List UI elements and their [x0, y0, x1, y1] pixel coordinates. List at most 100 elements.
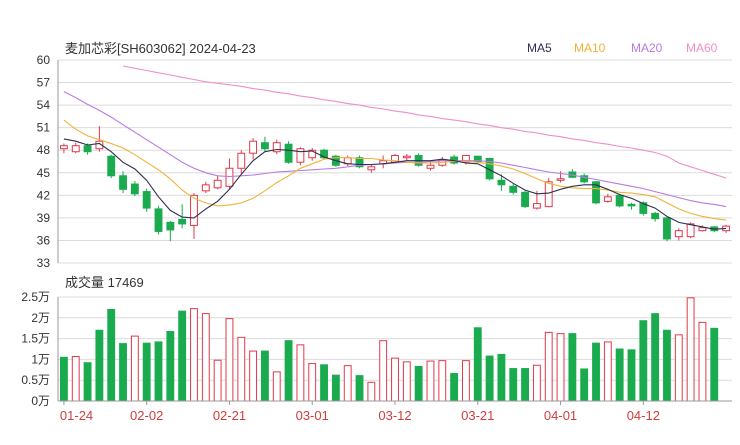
price-tick-label: 33 — [37, 256, 51, 270]
volume-bar-up — [237, 336, 246, 402]
candle-down — [663, 217, 671, 240]
volume-bar-down — [355, 375, 364, 402]
volume-bar-up — [225, 318, 234, 402]
date-tick-label: 02-21 — [213, 408, 246, 423]
candle-down — [509, 185, 518, 193]
candle-up — [225, 167, 234, 187]
price-tick-label: 45 — [37, 166, 51, 180]
volume-bar-down — [83, 362, 92, 402]
candle-down — [615, 194, 624, 207]
volume-bar-down — [261, 350, 269, 402]
volume-bar-down — [331, 374, 340, 402]
candle-up — [556, 178, 565, 181]
volume-bar-up — [402, 361, 411, 402]
ma20-line — [63, 91, 727, 208]
volume-tick-label: 1.5万 — [21, 332, 50, 346]
legend-ma5: MA5 — [527, 41, 552, 55]
candle-up — [213, 179, 222, 189]
candle-up — [71, 145, 80, 153]
price-tick-label: 60 — [37, 53, 51, 67]
candle-up — [402, 155, 411, 159]
date-tick-label: 04-12 — [627, 408, 660, 423]
price-tick-label: 54 — [37, 98, 51, 112]
price-tick-label: 36 — [37, 233, 51, 247]
candle-up — [603, 196, 612, 202]
volume-bar-up — [603, 341, 612, 402]
volume-title: 成交量 17469 — [65, 275, 144, 290]
volume-bar-up — [686, 297, 695, 402]
date-tick-label: 03-12 — [378, 408, 411, 423]
ma10-line — [63, 119, 727, 221]
volume-bar-down — [414, 365, 423, 402]
volume-bar-up — [296, 344, 305, 402]
legend-ma60: MA60 — [686, 41, 718, 55]
candle-up — [249, 140, 258, 154]
candle-down — [130, 183, 139, 195]
candle-down — [142, 191, 151, 209]
candle-down — [521, 191, 529, 208]
legend-ma20: MA20 — [631, 41, 663, 55]
volume-bar-down — [509, 368, 518, 402]
volume-bar-up — [391, 357, 399, 402]
volume-bar-down — [521, 368, 529, 402]
volume-bar-up — [544, 331, 553, 402]
volume-bar-down — [154, 341, 163, 402]
volume-bar-up — [71, 355, 80, 402]
volume-bar-down — [142, 342, 151, 402]
volume-bar-up — [532, 364, 541, 402]
volume-bar-down — [178, 310, 187, 402]
volume-bar-down — [320, 364, 328, 402]
volume-bar-down — [107, 308, 116, 402]
volume-bar-up — [367, 381, 376, 402]
volume-bar-down — [580, 368, 589, 402]
volume-bar-up — [190, 308, 198, 402]
price-axis: 60 57 54 51 48 45 42 39 36 33 — [37, 53, 59, 270]
legend-ma10: MA10 — [574, 41, 606, 55]
volume-bar-down — [284, 340, 293, 402]
candle-up — [237, 152, 246, 169]
candle-down — [178, 218, 187, 225]
moving-averages — [63, 65, 727, 230]
price-tick-label: 51 — [37, 121, 51, 135]
volume-bar-up — [272, 371, 281, 402]
volume-bar-up — [462, 360, 470, 402]
chart-title: 麦加芯彩[SH603062] 2024-04-23 — [65, 41, 256, 56]
candle-down — [166, 221, 175, 231]
volume-bar-down — [592, 342, 600, 402]
candle-down — [284, 143, 293, 163]
volume-bar-down — [651, 313, 660, 402]
volume-bar-down — [627, 349, 636, 402]
volume-bar-up — [343, 365, 352, 402]
candle-up — [190, 194, 198, 226]
volume-tick-label: 1万 — [31, 352, 50, 366]
candle-down — [119, 175, 127, 190]
candle-down — [261, 142, 269, 150]
stock-chart-panel: 麦加芯彩[SH603062] 2024-04-23 MA5 MA10 MA20 MA6… — [0, 0, 740, 440]
volume-tick-label: 0.5万 — [21, 373, 50, 387]
volume-bar-down — [450, 373, 459, 402]
volume-bar-up — [308, 363, 317, 402]
volume-bar-up — [201, 313, 210, 402]
candle-up — [201, 184, 210, 192]
candle-up — [296, 148, 305, 163]
volume-bar-down — [166, 331, 175, 402]
volume-bar-down — [59, 356, 68, 402]
price-tick-label: 57 — [37, 76, 51, 90]
candle-up — [674, 230, 683, 238]
volume-bar-down — [95, 329, 104, 402]
volume-tick-label: 2万 — [31, 311, 50, 325]
volume-bar-up — [438, 360, 447, 402]
candle-up — [686, 223, 695, 238]
volume-bar-up — [698, 321, 707, 402]
volume-axis: 2.5万 2万 1.5万 1万 0.5万 0万 — [21, 290, 59, 408]
price-tick-label: 48 — [37, 143, 51, 157]
date-tick-label: 02-02 — [130, 408, 163, 423]
date-tick-label: 03-01 — [296, 408, 329, 423]
volume-tick-label: 2.5万 — [21, 290, 50, 304]
candle-down — [83, 145, 92, 153]
candle-up — [426, 164, 435, 169]
volume-bar-down — [568, 333, 577, 402]
volume-bars — [59, 297, 719, 402]
volume-bar-down — [119, 343, 127, 402]
candle-up — [59, 145, 68, 150]
